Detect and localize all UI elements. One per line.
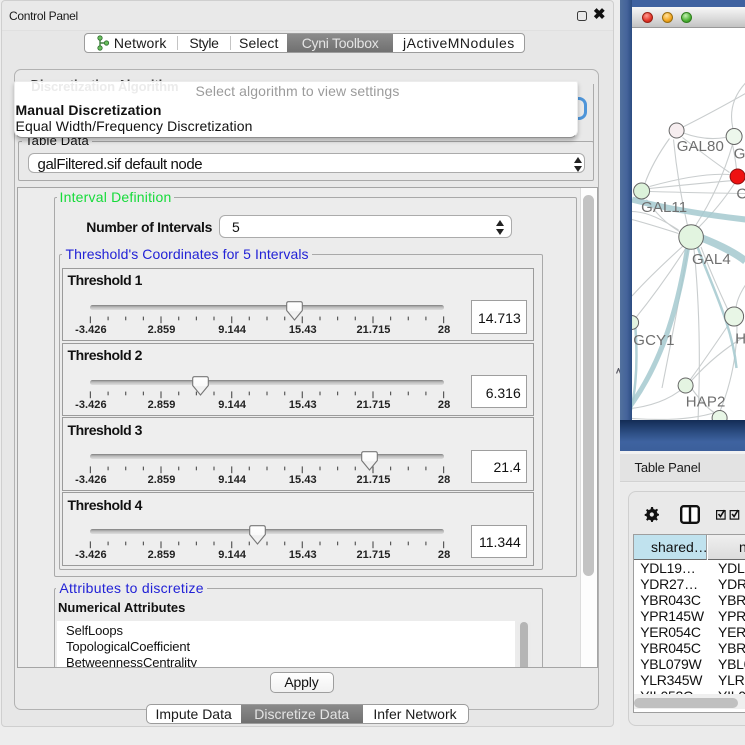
- svg-text:GA: GA: [733, 145, 745, 162]
- svg-text:GAL80: GAL80: [676, 137, 723, 154]
- svg-text:GAL11: GAL11: [641, 199, 687, 216]
- svg-text:HAP2: HAP2: [685, 393, 725, 410]
- svg-text:GCY1: GCY1: [633, 332, 674, 349]
- svg-text:H: H: [735, 330, 745, 347]
- svg-text:GAL4: GAL4: [692, 251, 731, 268]
- svg-text:C: C: [736, 185, 745, 202]
